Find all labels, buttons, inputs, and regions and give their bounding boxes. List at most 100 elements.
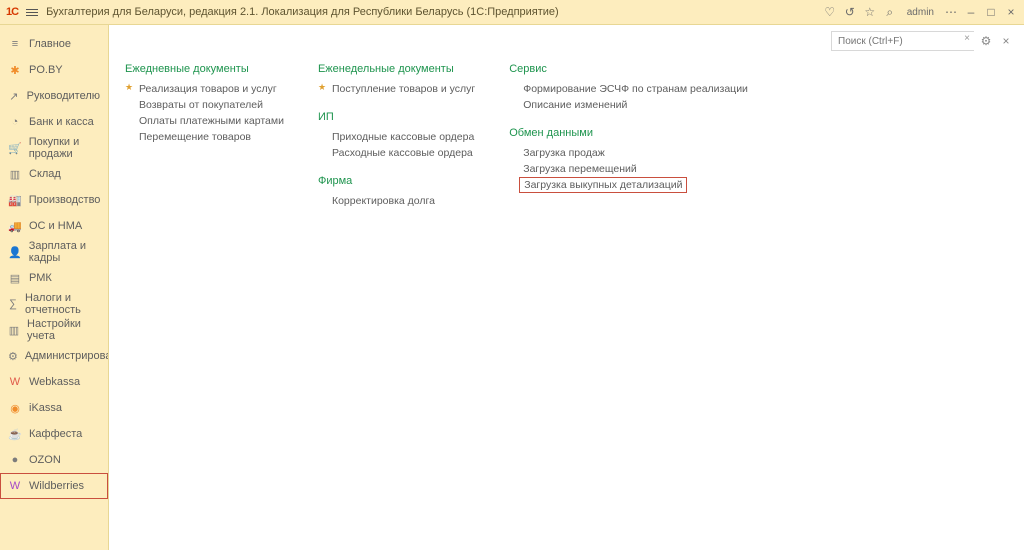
topbar: 1C Бухгалтерия для Беларуси, редакция 2.… — [0, 0, 1024, 25]
sidebar-icon: ⚙ — [8, 350, 18, 363]
restore-button[interactable]: □ — [984, 5, 998, 19]
sidebar-label: РМК — [29, 272, 52, 284]
app-logo: 1C — [6, 6, 18, 18]
content-toolbar: × ⚙ × — [831, 31, 1014, 51]
overflow-icon[interactable]: ⋯ — [944, 5, 958, 19]
sidebar-icon: ▤ — [8, 272, 22, 285]
minimize-button[interactable]: – — [964, 5, 978, 19]
section-heading: Сервис — [509, 63, 748, 75]
search-input[interactable] — [831, 31, 974, 51]
section-link[interactable]: Загрузка перемещений — [509, 161, 748, 177]
section-columns: Ежедневные документы Реализация товаров и… — [125, 63, 1008, 209]
window-title: Бухгалтерия для Беларуси, редакция 2.1. … — [46, 6, 559, 18]
sidebar-item[interactable]: W Webkassa — [0, 369, 108, 395]
section-heading: Обмен данными — [509, 127, 748, 139]
sidebar-icon: ▥ — [8, 324, 20, 337]
history-icon[interactable]: ↺ — [843, 5, 857, 19]
sidebar-label: Склад — [29, 168, 61, 180]
sidebar: ≡ Главное ✱ PO.BY ↗ Руководителю ◔ Банк и касса… — [0, 25, 109, 550]
sidebar-item[interactable]: ▤ РМК — [0, 265, 108, 291]
current-user[interactable]: admin — [907, 7, 934, 18]
search-box: × — [831, 31, 974, 51]
sidebar-icon: ≡ — [8, 38, 22, 50]
section-column: Сервис Формирование ЭСЧФ по странам реали… — [509, 63, 748, 209]
star-icon[interactable]: ☆ — [863, 5, 877, 19]
sidebar-label: Банк и касса — [29, 116, 94, 128]
sidebar-item[interactable]: ◔ Банк и касса — [0, 109, 108, 135]
section-list: Формирование ЭСЧФ по странам реализацииО… — [509, 81, 748, 113]
sidebar-item[interactable]: ☕Каффеста — [0, 421, 108, 447]
sidebar-label: Покупки и продажи — [29, 136, 100, 160]
sidebar-label: Настройки учета — [27, 318, 100, 342]
section-link[interactable]: Описание изменений — [509, 97, 748, 113]
sidebar-icon: 🚚 — [8, 220, 22, 233]
section-link[interactable]: Оплаты платежными картами — [125, 113, 284, 129]
section-list: Корректировка долга — [318, 193, 475, 209]
section-link[interactable]: Перемещение товаров — [125, 129, 284, 145]
sidebar-item[interactable]: ● OZON — [0, 447, 108, 473]
section-list: Реализация товаров и услугВозвраты от по… — [125, 81, 284, 145]
sidebar-item[interactable]: ◉iKassa — [0, 395, 108, 421]
sidebar-item[interactable]: ▥ Склад — [0, 161, 108, 187]
close-button[interactable]: × — [1004, 5, 1018, 19]
section-list: Поступление товаров и услуг — [318, 81, 475, 97]
sidebar-icon: 🛒 — [8, 142, 22, 155]
section-link[interactable]: Приходные кассовые ордера — [318, 129, 475, 145]
sidebar-icon: ✱ — [8, 64, 22, 77]
settings-icon[interactable]: ⚙ — [978, 33, 994, 49]
sidebar-item[interactable]: 🛒 Покупки и продажи — [0, 135, 108, 161]
sidebar-icon: ◔ — [8, 116, 22, 128]
section-link[interactable]: Формирование ЭСЧФ по странам реализации — [509, 81, 748, 97]
section-heading: ИП — [318, 111, 475, 123]
sidebar-label: Главное — [29, 38, 71, 50]
sidebar-icon: 🏭 — [8, 194, 22, 207]
section-list: Загрузка продажЗагрузка перемещенийЗагру… — [509, 145, 748, 193]
sidebar-label: OZON — [29, 454, 61, 466]
section-link[interactable]: Загрузка продаж — [509, 145, 748, 161]
close-panel-icon[interactable]: × — [998, 33, 1014, 49]
sidebar-item[interactable]: ⚙ Администрирование — [0, 343, 108, 369]
sidebar-label: Администрирование — [25, 350, 109, 362]
section-link[interactable]: Расходные кассовые ордера — [318, 145, 475, 161]
section-column: Еженедельные документы Поступление товаро… — [318, 63, 475, 209]
sidebar-item[interactable]: 🏭 Производство — [0, 187, 108, 213]
section-link[interactable]: Реализация товаров и услуг — [125, 81, 284, 97]
sidebar-label: Webkassa — [29, 376, 80, 388]
clear-search-icon[interactable]: × — [964, 33, 970, 44]
sidebar-label: Производство — [29, 194, 101, 206]
sidebar-item[interactable]: ∑Налоги и отчетность — [0, 291, 108, 317]
sidebar-icon: ◉ — [8, 402, 22, 415]
section-link[interactable]: Возвраты от покупателей — [125, 97, 284, 113]
sidebar-label: PO.BY — [29, 64, 63, 76]
section-column: Ежедневные документы Реализация товаров и… — [125, 63, 284, 209]
sidebar-item[interactable]: 👤 Зарплата и кадры — [0, 239, 108, 265]
section-link[interactable]: Корректировка долга — [318, 193, 475, 209]
sidebar-icon: ↗ — [8, 90, 20, 103]
sidebar-item[interactable]: ↗ Руководителю — [0, 83, 108, 109]
section-link[interactable]: Загрузка выкупных детализаций — [519, 177, 687, 193]
sidebar-icon: ▥ — [8, 168, 22, 181]
section-list: Приходные кассовые ордераРасходные кассо… — [318, 129, 475, 161]
section-heading: Еженедельные документы — [318, 63, 475, 75]
bell-icon[interactable]: ♡ — [823, 5, 837, 19]
sidebar-item[interactable]: 🚚 ОС и НМА — [0, 213, 108, 239]
sidebar-item[interactable]: ≡ Главное — [0, 31, 108, 57]
sidebar-label: Wildberries — [29, 480, 84, 492]
sidebar-item[interactable]: WWildberries — [0, 473, 108, 499]
section-link[interactable]: Поступление товаров и услуг — [318, 81, 475, 97]
sidebar-label: Зарплата и кадры — [29, 240, 100, 264]
sidebar-icon: W — [8, 376, 22, 388]
search-icon[interactable]: ⌕ — [883, 5, 897, 19]
sidebar-item[interactable]: ▥ Настройки учета — [0, 317, 108, 343]
sidebar-label: ОС и НМА — [29, 220, 82, 232]
sidebar-icon: ∑ — [8, 298, 18, 310]
section-heading: Ежедневные документы — [125, 63, 284, 75]
section-heading: Фирма — [318, 175, 475, 187]
sidebar-icon: 👤 — [8, 246, 22, 259]
sidebar-label: Руководителю — [27, 90, 100, 102]
menu-icon[interactable] — [24, 7, 40, 18]
sidebar-icon: ● — [8, 454, 22, 466]
main-area: × ⚙ × Ежедневные документы Реализация тов… — [109, 25, 1024, 550]
sidebar-label: Каффеста — [29, 428, 82, 440]
sidebar-item[interactable]: ✱ PO.BY — [0, 57, 108, 83]
